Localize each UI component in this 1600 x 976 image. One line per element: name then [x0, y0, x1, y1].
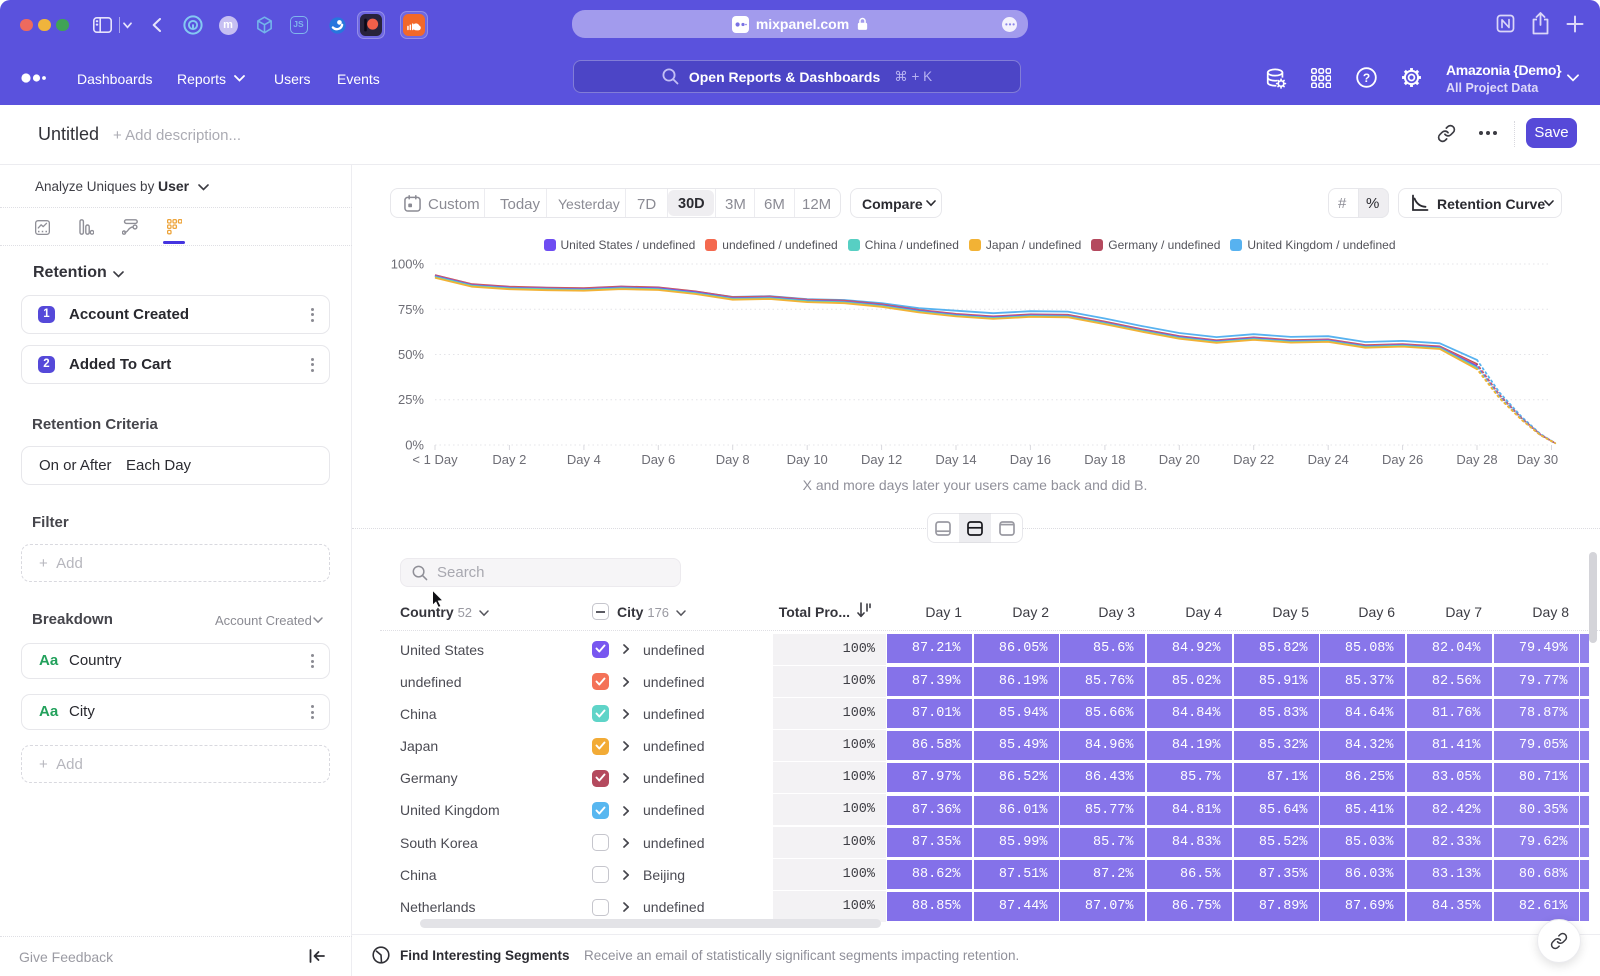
svg-text:Day 16: Day 16 [1010, 452, 1051, 467]
svg-text:Day 4: Day 4 [567, 452, 601, 467]
svg-text:Day 10: Day 10 [787, 452, 828, 467]
svg-text:Day 8: Day 8 [716, 452, 750, 467]
svg-text:Day 30: Day 30 [1517, 452, 1558, 467]
svg-text:Day 24: Day 24 [1308, 452, 1349, 467]
svg-text:0%: 0% [405, 438, 424, 453]
svg-text:50%: 50% [398, 347, 424, 362]
svg-text:< 1 Day: < 1 Day [412, 452, 458, 467]
svg-text:100%: 100% [391, 257, 425, 272]
svg-text:Day 18: Day 18 [1084, 452, 1125, 467]
svg-text:Day 12: Day 12 [861, 452, 902, 467]
svg-text:Day 2: Day 2 [492, 452, 526, 467]
svg-text:Day 14: Day 14 [935, 452, 976, 467]
svg-text:?: ? [1363, 71, 1370, 85]
svg-text:75%: 75% [398, 302, 424, 317]
svg-text:Day 26: Day 26 [1382, 452, 1423, 467]
svg-text:Day 28: Day 28 [1456, 452, 1497, 467]
svg-text:25%: 25% [398, 392, 424, 407]
svg-text:Day 20: Day 20 [1159, 452, 1200, 467]
svg-text:Day 6: Day 6 [641, 452, 675, 467]
svg-text:Day 22: Day 22 [1233, 452, 1274, 467]
